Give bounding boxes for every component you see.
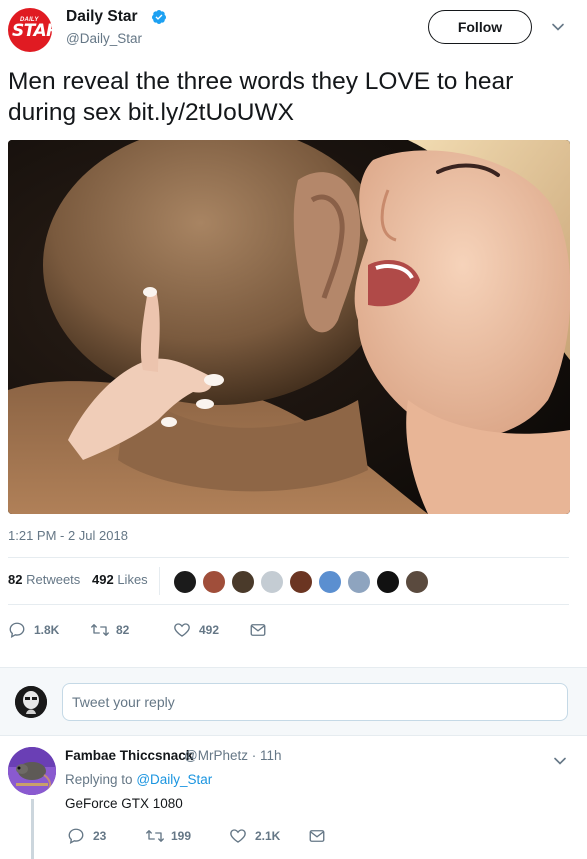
author-display-name[interactable]: Daily Star — [66, 8, 138, 26]
retweet-count: 82 — [116, 623, 130, 637]
stormtrooper-avatar-icon — [15, 686, 47, 718]
liker-avatar[interactable] — [289, 570, 313, 594]
author-avatar[interactable]: DAILY STAR — [8, 8, 52, 52]
chevron-down-icon[interactable] — [551, 20, 565, 34]
user-avatar[interactable] — [15, 686, 47, 718]
chevron-down-icon[interactable] — [553, 754, 567, 768]
retweet-action[interactable]: 82 — [90, 620, 150, 640]
liker-avatar[interactable] — [173, 570, 197, 594]
reply-text: GeForce GTX 1080 — [65, 796, 183, 811]
retweets-count: 82 — [8, 572, 23, 587]
reply-icon — [9, 622, 25, 639]
message-action[interactable] — [308, 826, 332, 846]
logo-big-text: STAR — [12, 21, 52, 41]
reply-author-handle-time[interactable]: @MrPhetz · 11h — [184, 748, 282, 763]
tweet-header: DAILY STAR Daily Star @Daily_Star Follow — [0, 0, 587, 60]
retweets-stat[interactable]: 82 Retweets — [8, 572, 80, 587]
verified-badge-icon — [151, 10, 166, 24]
retweet-icon — [91, 624, 109, 636]
stat-separator — [159, 567, 160, 595]
follow-button[interactable]: Follow — [428, 10, 532, 44]
liker-avatar[interactable] — [405, 570, 429, 594]
liker-avatar[interactable] — [318, 570, 342, 594]
liker-avatar[interactable] — [202, 570, 226, 594]
retweets-label: Retweets — [26, 572, 81, 587]
reply-count: 1.8K — [34, 623, 60, 637]
heart-icon — [174, 623, 190, 637]
heart-icon — [230, 829, 246, 843]
author-handle[interactable]: @Daily_Star — [66, 31, 142, 46]
reply-tweet: Fambae Thiccsnack @MrPhetz · 11h Replyin… — [0, 737, 587, 859]
reply-author-avatar[interactable] — [8, 747, 56, 795]
replying-to: Replying to @Daily_Star — [65, 772, 212, 787]
reply-action[interactable]: 1.8K — [8, 620, 68, 640]
likes-count: 492 — [92, 572, 114, 587]
like-action[interactable]: 2.1K — [229, 826, 289, 846]
envelope-icon — [250, 624, 266, 636]
reply-author-name[interactable]: Fambae Thiccsnack — [65, 748, 193, 763]
liker-avatar[interactable] — [347, 570, 371, 594]
liker-avatar[interactable] — [260, 570, 284, 594]
reply-composer: Tweet your reply — [0, 667, 587, 736]
thread-line — [31, 799, 34, 859]
retweet-count: 199 — [171, 829, 192, 843]
message-action[interactable] — [249, 620, 273, 640]
retweet-action[interactable]: 199 — [145, 826, 205, 846]
replying-prefix: Replying to — [65, 772, 133, 787]
divider — [8, 604, 569, 605]
reply-input[interactable]: Tweet your reply — [62, 683, 568, 721]
liker-avatar[interactable] — [376, 570, 400, 594]
liker-avatar[interactable] — [231, 570, 255, 594]
likes-label: Likes — [117, 572, 148, 587]
like-count: 492 — [199, 623, 220, 637]
like-count: 2.1K — [255, 829, 281, 843]
reply-action[interactable]: 23 — [67, 826, 117, 846]
reply-icon — [68, 828, 84, 845]
tweet-photo[interactable] — [8, 140, 570, 514]
like-action[interactable]: 492 — [173, 620, 233, 640]
tweet-text: Men reveal the three words they LOVE to … — [8, 68, 514, 126]
envelope-icon — [309, 830, 325, 842]
tweet-timestamp[interactable]: 1:21 PM - 2 Jul 2018 — [8, 528, 128, 543]
replying-mention[interactable]: @Daily_Star — [136, 772, 212, 787]
rat-avatar-icon — [8, 747, 56, 795]
divider — [8, 557, 569, 558]
reply-count: 23 — [93, 829, 107, 843]
retweet-icon — [146, 830, 164, 842]
likes-stat[interactable]: 492 Likes — [92, 572, 148, 587]
photo-illustration — [8, 140, 570, 514]
